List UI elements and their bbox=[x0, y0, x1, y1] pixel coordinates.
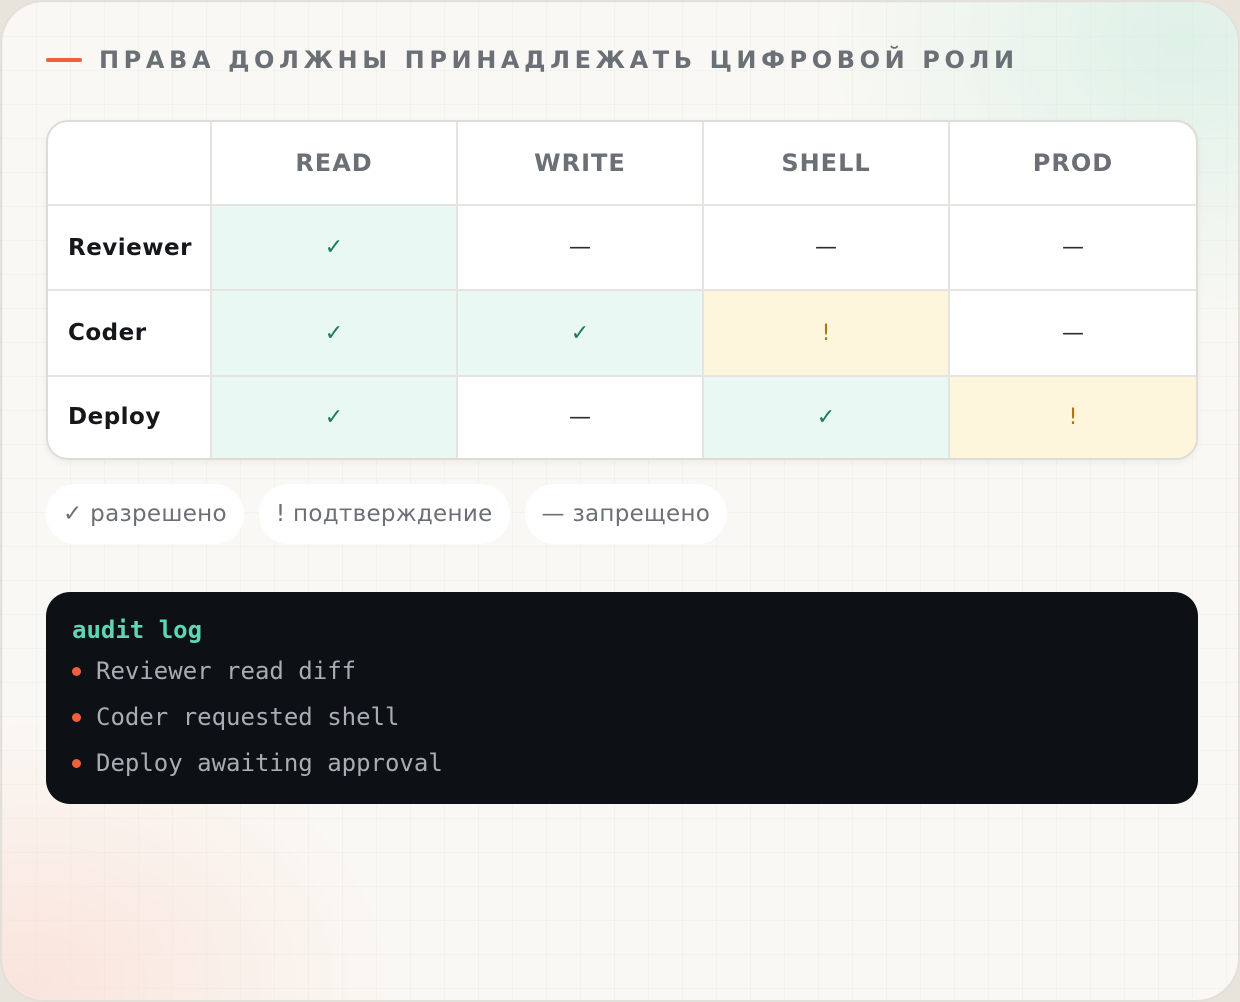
bullet-dot-icon bbox=[72, 712, 81, 722]
column-header-prod: PROD bbox=[948, 122, 1196, 206]
bullet-dot-icon bbox=[72, 666, 81, 676]
audit-log-entry-text: Reviewer read diff bbox=[96, 657, 357, 685]
audit-log-entry-text: Deploy awaiting approval bbox=[96, 749, 443, 777]
permission-cell-deploy-shell: ✓ bbox=[702, 374, 950, 458]
permission-cell-reviewer-prod: — bbox=[948, 203, 1196, 292]
audit-log-panel: audit log Reviewer read diff Coder reque… bbox=[46, 592, 1198, 804]
matrix-row-deploy: Deploy ✓ — ✓ ! bbox=[48, 374, 1196, 458]
legend-confirmation: ! подтверждение bbox=[258, 484, 510, 544]
permission-cell-deploy-read: ✓ bbox=[210, 374, 458, 458]
permission-cell-coder-read: ✓ bbox=[210, 289, 458, 377]
column-header-shell: SHELL bbox=[702, 122, 950, 206]
permission-cell-coder-prod: — bbox=[948, 289, 1196, 377]
legend: ✓ разрешено ! подтверждение — запрещено bbox=[46, 484, 728, 544]
permission-cell-reviewer-read: ✓ bbox=[210, 203, 458, 292]
audit-log-list: Reviewer read diff Coder requested shell… bbox=[72, 648, 1172, 786]
audit-log-entry: Coder requested shell bbox=[72, 694, 1172, 740]
audit-log-entry: Deploy awaiting approval bbox=[72, 740, 1172, 786]
permission-table: READ WRITE SHELL PROD Reviewer ✓ — — — C… bbox=[48, 122, 1196, 458]
legend-allowed: ✓ разрешено bbox=[46, 484, 244, 544]
legend-denied: — запрещено bbox=[524, 484, 728, 544]
permissions-card: ПРАВА ДОЛЖНЫ ПРИНАДЛЕЖАТЬ ЦИФРОВОЙ РОЛИ … bbox=[0, 0, 1240, 1002]
matrix-header-row: READ WRITE SHELL PROD bbox=[48, 122, 1196, 206]
permission-matrix: READ WRITE SHELL PROD Reviewer ✓ — — — C… bbox=[46, 120, 1198, 460]
section-heading: ПРАВА ДОЛЖНЫ ПРИНАДЛЕЖАТЬ ЦИФРОВОЙ РОЛИ bbox=[46, 42, 1019, 78]
permission-cell-deploy-prod: ! bbox=[948, 374, 1196, 458]
role-label-reviewer: Reviewer bbox=[48, 203, 212, 292]
audit-log-entry: Reviewer read diff bbox=[72, 648, 1172, 694]
audit-log-entry-text: Coder requested shell bbox=[96, 703, 400, 731]
audit-log-title: audit log bbox=[72, 616, 203, 644]
permission-cell-deploy-write: — bbox=[456, 374, 704, 458]
role-label-coder: Coder bbox=[48, 289, 212, 377]
heading-title: ПРАВА ДОЛЖНЫ ПРИНАДЛЕЖАТЬ ЦИФРОВОЙ РОЛИ bbox=[99, 46, 1019, 74]
permission-cell-coder-shell: ! bbox=[702, 289, 950, 377]
matrix-row-reviewer: Reviewer ✓ — — — bbox=[48, 203, 1196, 292]
permission-cell-reviewer-shell: — bbox=[702, 203, 950, 292]
permission-cell-coder-write: ✓ bbox=[456, 289, 704, 377]
column-header-read: READ bbox=[210, 122, 458, 206]
matrix-row-coder: Coder ✓ ✓ ! — bbox=[48, 289, 1196, 377]
heading-accent-bar bbox=[46, 58, 82, 62]
role-label-deploy: Deploy bbox=[48, 374, 212, 458]
matrix-corner-cell bbox=[48, 122, 212, 206]
bullet-dot-icon bbox=[72, 758, 81, 768]
column-header-write: WRITE bbox=[456, 122, 704, 206]
permission-cell-reviewer-write: — bbox=[456, 203, 704, 292]
